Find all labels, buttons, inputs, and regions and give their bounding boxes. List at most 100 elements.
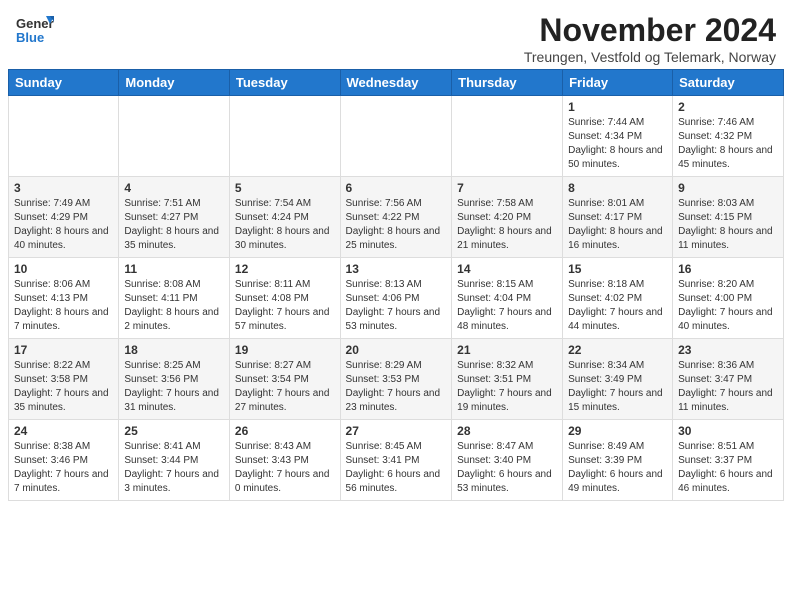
day-info: Sunrise: 8:29 AMSunset: 3:53 PMDaylight:… — [346, 359, 447, 415]
day-info: Sunrise: 8:13 AMSunset: 4:06 PMDaylight:… — [346, 278, 447, 334]
calendar-day-cell: 3 Sunrise: 7:49 AMSunset: 4:29 PMDaylight… — [9, 177, 119, 258]
header-wednesday: Wednesday — [340, 70, 452, 96]
day-info: Sunrise: 8:15 AMSunset: 4:04 PMDaylight:… — [457, 278, 557, 334]
header-sunday: Sunday — [9, 70, 119, 96]
svg-text:Blue: Blue — [16, 30, 44, 45]
calendar-day-cell: 29 Sunrise: 8:49 AMSunset: 3:39 PMDayligh… — [563, 420, 673, 501]
calendar-day-cell: 7 Sunrise: 7:58 AMSunset: 4:20 PMDaylight… — [452, 177, 563, 258]
calendar-day-cell: 2 Sunrise: 7:46 AMSunset: 4:32 PMDaylight… — [673, 96, 784, 177]
calendar-day-cell: 30 Sunrise: 8:51 AMSunset: 3:37 PMDayligh… — [673, 420, 784, 501]
calendar-day-cell — [340, 96, 452, 177]
header-tuesday: Tuesday — [229, 70, 340, 96]
day-info: Sunrise: 8:01 AMSunset: 4:17 PMDaylight:… — [568, 197, 667, 253]
day-number: 29 — [568, 424, 667, 438]
day-info: Sunrise: 8:49 AMSunset: 3:39 PMDaylight:… — [568, 440, 667, 496]
calendar-day-cell: 21 Sunrise: 8:32 AMSunset: 3:51 PMDayligh… — [452, 339, 563, 420]
calendar-day-cell: 22 Sunrise: 8:34 AMSunset: 3:49 PMDayligh… — [563, 339, 673, 420]
header-thursday: Thursday — [452, 70, 563, 96]
day-number: 5 — [235, 181, 335, 195]
day-number: 18 — [124, 343, 224, 357]
day-info: Sunrise: 8:43 AMSunset: 3:43 PMDaylight:… — [235, 440, 335, 496]
calendar-day-cell: 28Sunrise: 8:47 AMSunset: 3:40 PMDayligh… — [452, 420, 563, 501]
day-info: Sunrise: 7:51 AMSunset: 4:27 PMDaylight:… — [124, 197, 224, 253]
day-number: 13 — [346, 262, 447, 276]
day-number: 14 — [457, 262, 557, 276]
calendar-day-cell: 17 Sunrise: 8:22 AMSunset: 3:58 PMDayligh… — [9, 339, 119, 420]
calendar-day-cell: 27 Sunrise: 8:45 AMSunset: 3:41 PMDayligh… — [340, 420, 452, 501]
calendar-day-cell: 9Sunrise: 8:03 AMSunset: 4:15 PMDaylight… — [673, 177, 784, 258]
day-info: Sunrise: 8:32 AMSunset: 3:51 PMDaylight:… — [457, 359, 557, 415]
day-info: Sunrise: 8:08 AMSunset: 4:11 PMDaylight:… — [124, 278, 224, 334]
day-number: 21 — [457, 343, 557, 357]
day-number: 30 — [678, 424, 778, 438]
day-info: Sunrise: 8:41 AMSunset: 3:44 PMDaylight:… — [124, 440, 224, 496]
calendar-day-cell: 24 Sunrise: 8:38 AMSunset: 3:46 PMDayligh… — [9, 420, 119, 501]
day-number: 10 — [14, 262, 113, 276]
calendar-day-cell: 15 Sunrise: 8:18 AMSunset: 4:02 PMDayligh… — [563, 258, 673, 339]
day-info: Sunrise: 8:18 AMSunset: 4:02 PMDaylight:… — [568, 278, 667, 334]
calendar-day-cell: 5 Sunrise: 7:54 AMSunset: 4:24 PMDaylight… — [229, 177, 340, 258]
calendar-day-cell: 4 Sunrise: 7:51 AMSunset: 4:27 PMDaylight… — [119, 177, 230, 258]
day-number: 24 — [14, 424, 113, 438]
calendar-day-cell — [9, 96, 119, 177]
day-info: Sunrise: 7:46 AMSunset: 4:32 PMDaylight:… — [678, 116, 778, 172]
calendar-day-cell — [452, 96, 563, 177]
calendar-week-row: 24 Sunrise: 8:38 AMSunset: 3:46 PMDayligh… — [9, 420, 784, 501]
day-info: Sunrise: 7:49 AMSunset: 4:29 PMDaylight:… — [14, 197, 113, 253]
calendar-day-cell: 23Sunrise: 8:36 AMSunset: 3:47 PMDayligh… — [673, 339, 784, 420]
calendar-day-cell: 19 Sunrise: 8:27 AMSunset: 3:54 PMDayligh… — [229, 339, 340, 420]
day-info: Sunrise: 7:56 AMSunset: 4:22 PMDaylight:… — [346, 197, 447, 253]
day-number: 20 — [346, 343, 447, 357]
day-number: 17 — [14, 343, 113, 357]
title-block: November 2024 Treungen, Vestfold og Tele… — [524, 12, 776, 65]
day-number: 15 — [568, 262, 667, 276]
calendar-day-cell: 10 Sunrise: 8:06 AMSunset: 4:13 PMDayligh… — [9, 258, 119, 339]
day-number: 8 — [568, 181, 667, 195]
logo-icon: General Blue — [16, 12, 54, 50]
day-number: 27 — [346, 424, 447, 438]
day-info: Sunrise: 8:34 AMSunset: 3:49 PMDaylight:… — [568, 359, 667, 415]
day-info: Sunrise: 8:45 AMSunset: 3:41 PMDaylight:… — [346, 440, 447, 496]
header-monday: Monday — [119, 70, 230, 96]
calendar-week-row: 17 Sunrise: 8:22 AMSunset: 3:58 PMDayligh… — [9, 339, 784, 420]
day-number: 25 — [124, 424, 224, 438]
header-saturday: Saturday — [673, 70, 784, 96]
calendar-day-cell: 25 Sunrise: 8:41 AMSunset: 3:44 PMDayligh… — [119, 420, 230, 501]
day-info: Sunrise: 8:06 AMSunset: 4:13 PMDaylight:… — [14, 278, 113, 334]
day-number: 16 — [678, 262, 778, 276]
day-number: 2 — [678, 100, 778, 114]
day-number: 12 — [235, 262, 335, 276]
day-info: Sunrise: 8:22 AMSunset: 3:58 PMDaylight:… — [14, 359, 113, 415]
day-info: Sunrise: 8:38 AMSunset: 3:46 PMDaylight:… — [14, 440, 113, 496]
day-number: 19 — [235, 343, 335, 357]
day-info: Sunrise: 8:51 AMSunset: 3:37 PMDaylight:… — [678, 440, 778, 496]
day-info: Sunrise: 7:54 AMSunset: 4:24 PMDaylight:… — [235, 197, 335, 253]
calendar-day-cell: 16 Sunrise: 8:20 AMSunset: 4:00 PMDayligh… — [673, 258, 784, 339]
calendar-day-cell: 26Sunrise: 8:43 AMSunset: 3:43 PMDayligh… — [229, 420, 340, 501]
calendar-day-cell: 18 Sunrise: 8:25 AMSunset: 3:56 PMDayligh… — [119, 339, 230, 420]
day-number: 3 — [14, 181, 113, 195]
calendar-day-cell: 1Sunrise: 7:44 AMSunset: 4:34 PMDaylight… — [563, 96, 673, 177]
day-info: Sunrise: 7:58 AMSunset: 4:20 PMDaylight:… — [457, 197, 557, 253]
calendar-week-row: 1Sunrise: 7:44 AMSunset: 4:34 PMDaylight… — [9, 96, 784, 177]
calendar-week-row: 3 Sunrise: 7:49 AMSunset: 4:29 PMDaylight… — [9, 177, 784, 258]
calendar-day-cell: 8 Sunrise: 8:01 AMSunset: 4:17 PMDaylight… — [563, 177, 673, 258]
header-friday: Friday — [563, 70, 673, 96]
day-info: Sunrise: 7:44 AMSunset: 4:34 PMDaylight:… — [568, 116, 667, 172]
calendar-wrapper: Sunday Monday Tuesday Wednesday Thursday… — [0, 69, 792, 501]
day-info: Sunrise: 8:25 AMSunset: 3:56 PMDaylight:… — [124, 359, 224, 415]
day-number: 23 — [678, 343, 778, 357]
day-number: 6 — [346, 181, 447, 195]
day-number: 9 — [678, 181, 778, 195]
day-number: 11 — [124, 262, 224, 276]
calendar-day-cell — [119, 96, 230, 177]
calendar-header-row: Sunday Monday Tuesday Wednesday Thursday… — [9, 70, 784, 96]
calendar-day-cell: 14 Sunrise: 8:15 AMSunset: 4:04 PMDayligh… — [452, 258, 563, 339]
day-info: Sunrise: 8:27 AMSunset: 3:54 PMDaylight:… — [235, 359, 335, 415]
day-info: Sunrise: 8:20 AMSunset: 4:00 PMDaylight:… — [678, 278, 778, 334]
day-info: Sunrise: 8:11 AMSunset: 4:08 PMDaylight:… — [235, 278, 335, 334]
day-number: 22 — [568, 343, 667, 357]
calendar-day-cell: 6 Sunrise: 7:56 AMSunset: 4:22 PMDaylight… — [340, 177, 452, 258]
day-number: 7 — [457, 181, 557, 195]
day-number: 4 — [124, 181, 224, 195]
